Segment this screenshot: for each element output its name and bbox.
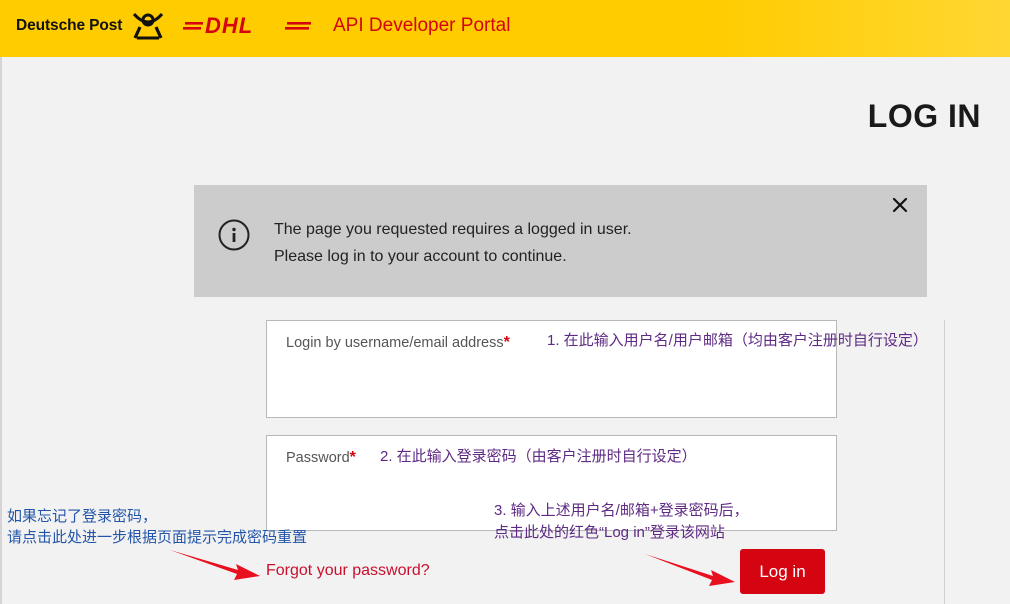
annotation-forgot-line-1: 如果忘记了登录密码， — [7, 508, 158, 525]
username-input[interactable] — [285, 383, 819, 409]
login-button[interactable]: Log in — [740, 549, 825, 594]
arrow-to-forgot-icon — [170, 550, 260, 580]
required-mark: * — [349, 449, 356, 466]
annotation-password: 2. 在此输入登录密码（由客户注册时自行设定） — [380, 448, 697, 465]
annotation-forgot-line-2: 请点击此处进一步根据页面提示完成密码重置 — [7, 529, 308, 546]
dhl-logo-text: DHL — [205, 13, 253, 38]
password-label: Password* — [286, 449, 356, 466]
login-required-alert: The page you requested requires a logged… — [194, 185, 927, 297]
left-divider — [0, 57, 2, 604]
info-circle-icon — [218, 219, 250, 251]
dhl-logo: DHL — [183, 13, 311, 38]
page-title: LOG IN — [867, 98, 981, 134]
annotation-login-line-2: 点击此处的红色“Log in”登录该网站 — [494, 524, 725, 541]
header-bar: Deutsche Post DHL API Developer Portal — [0, 0, 1010, 57]
username-label: Login by username/email address* — [286, 334, 510, 351]
required-mark: * — [503, 334, 510, 351]
annotation-login-line-1: 3. 输入上述用户名/邮箱+登录密码后， — [494, 502, 749, 519]
right-divider — [944, 320, 945, 604]
forgot-password-link[interactable]: Forgot your password? — [266, 562, 430, 580]
annotation-username: 1. 在此输入用户名/用户邮箱（均由客户注册时自行设定） — [547, 332, 928, 349]
deutsche-post-logo-text: Deutsche Post — [16, 17, 123, 34]
close-x-icon[interactable] — [890, 195, 910, 215]
alert-line-1: The page you requested requires a logged… — [274, 221, 632, 238]
arrow-to-login-icon — [645, 554, 735, 586]
alert-line-2: Please log in to your account to continu… — [274, 248, 567, 265]
post-horn-icon — [132, 12, 164, 40]
portal-title: API Developer Portal — [333, 15, 511, 36]
annotation-login-button: 3. 输入上述用户名/邮箱+登录密码后， 点击此处的红色“Log in”登录该网… — [494, 500, 749, 544]
alert-message: The page you requested requires a logged… — [274, 216, 632, 270]
annotation-forgot-password: 如果忘记了登录密码， 请点击此处进一步根据页面提示完成密码重置 — [7, 506, 307, 548]
